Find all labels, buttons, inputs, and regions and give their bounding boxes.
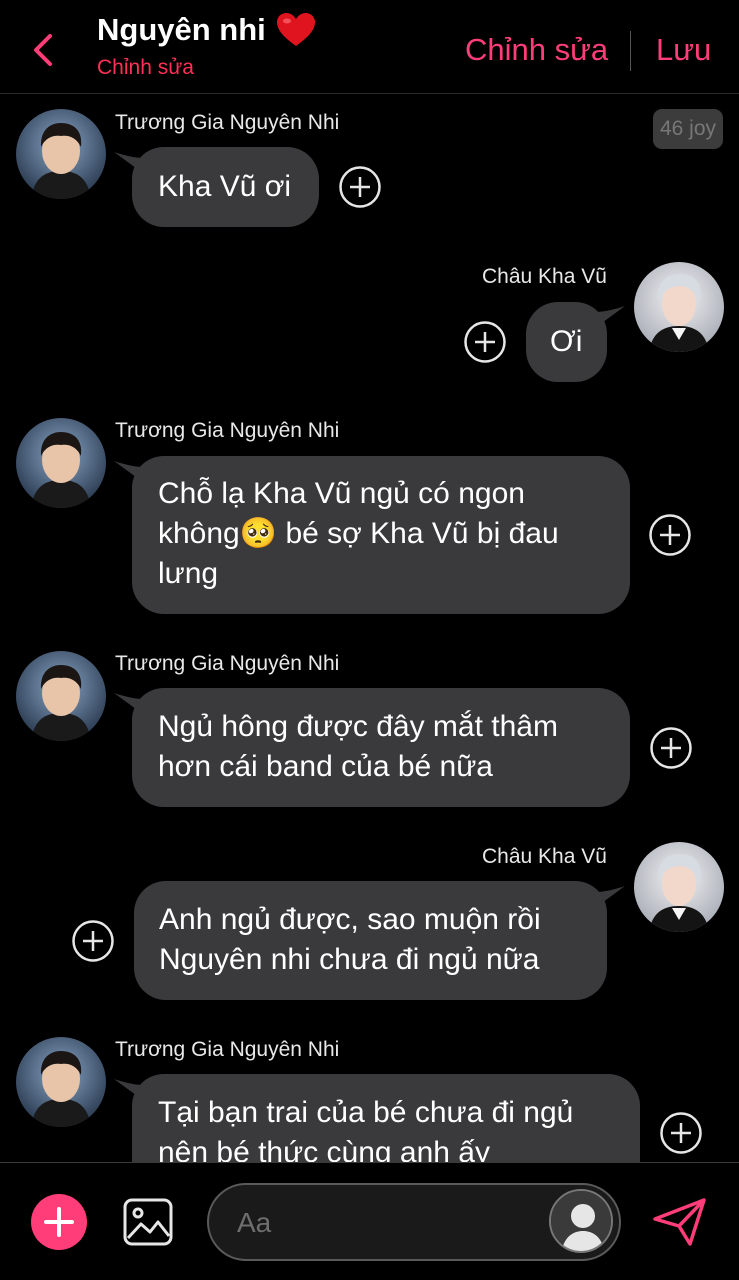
composer-bar	[0, 1162, 739, 1280]
add-reaction-icon[interactable]	[659, 1111, 703, 1155]
sender-name: Trương Gia Nguyên Nhi	[115, 652, 340, 675]
avatar-nguyen-nhi[interactable]	[16, 651, 106, 741]
message-line: Chỗ lạ Kha Vũ ngủ có ngon	[158, 477, 525, 510]
person-avatar-icon	[634, 842, 724, 932]
person-avatar-icon	[16, 651, 106, 741]
person-avatar-icon	[16, 418, 106, 508]
pleading-face-emoji: 🥺	[239, 517, 278, 550]
message-text: không	[158, 517, 240, 550]
sender-name: Châu Kha Vũ	[482, 265, 607, 288]
avatar-chau-kha-vu[interactable]	[634, 262, 724, 352]
message-line: Anh ngủ được, sao muộn rồi	[159, 903, 541, 936]
chat-title: Nguyên nhi	[97, 12, 316, 48]
avatar-nguyen-nhi[interactable]	[16, 1037, 106, 1127]
message-line: Tại bạn trai của bé chưa đi ngủ	[158, 1096, 574, 1129]
add-reaction-icon[interactable]	[463, 320, 507, 364]
message-line: lưng	[158, 557, 219, 590]
image-icon[interactable]	[123, 1198, 173, 1246]
chat-header: Nguyên nhi Chỉnh sửa Chỉnh sửa Lưu	[0, 0, 739, 94]
profile-avatar-button[interactable]	[549, 1189, 613, 1253]
heart-icon	[276, 13, 315, 46]
joy-counter-badge: 46 joy	[653, 109, 723, 149]
message-bubble[interactable]: Ơi	[526, 302, 607, 382]
sender-name: Trương Gia Nguyên Nhi	[115, 111, 340, 134]
message-line: không🥺 bé sợ Kha Vũ bị đau	[158, 514, 604, 554]
avatar-nguyen-nhi[interactable]	[16, 418, 106, 508]
header-divider	[630, 31, 631, 71]
message-bubble[interactable]: Anh ngủ được, sao muộn rồi Nguyên nhi ch…	[134, 881, 607, 1000]
plus-icon	[44, 1207, 74, 1237]
send-icon[interactable]	[652, 1197, 708, 1247]
person-avatar-icon	[16, 1037, 106, 1127]
add-reaction-icon[interactable]	[338, 165, 382, 209]
edit-button[interactable]: Chỉnh sửa	[465, 32, 608, 68]
sender-name: Trương Gia Nguyên Nhi	[115, 1038, 340, 1061]
add-reaction-icon[interactable]	[71, 919, 115, 963]
message-line: Ngủ hông được đây mắt thâm	[158, 710, 558, 743]
message-bubble[interactable]: Chỗ lạ Kha Vũ ngủ có ngon không🥺 bé sợ K…	[132, 456, 630, 614]
message-input-wrapper	[207, 1183, 621, 1261]
person-silhouette-icon	[551, 1191, 611, 1251]
add-reaction-icon[interactable]	[648, 513, 692, 557]
chat-subtitle[interactable]: Chỉnh sửa	[97, 56, 316, 80]
person-avatar-icon	[16, 109, 106, 199]
avatar-chau-kha-vu[interactable]	[634, 842, 724, 932]
person-avatar-icon	[634, 262, 724, 352]
message-bubble[interactable]: Ngủ hông được đây mắt thâm hơn cái band …	[132, 688, 630, 807]
message-bubble[interactable]: Kha Vũ ơi	[132, 147, 319, 227]
sender-name: Châu Kha Vũ	[482, 845, 607, 868]
back-chevron-icon[interactable]	[26, 30, 60, 70]
message-text: bé sợ Kha Vũ bị đau	[277, 517, 559, 550]
add-button[interactable]	[31, 1194, 87, 1250]
message-line: Nguyên nhi chưa đi ngủ nữa	[159, 943, 540, 976]
message-text: Kha Vũ ơi	[158, 170, 292, 203]
chat-title-block: Nguyên nhi Chỉnh sửa	[97, 12, 316, 80]
add-reaction-icon[interactable]	[649, 726, 693, 770]
message-line: hơn cái band của bé nữa	[158, 750, 493, 783]
sender-name: Trương Gia Nguyên Nhi	[115, 419, 340, 442]
message-input[interactable]	[237, 1203, 537, 1243]
message-text: Ơi	[550, 325, 583, 358]
avatar-nguyen-nhi[interactable]	[16, 109, 106, 199]
chat-title-text: Nguyên nhi	[97, 12, 266, 47]
save-button[interactable]: Lưu	[656, 32, 711, 68]
